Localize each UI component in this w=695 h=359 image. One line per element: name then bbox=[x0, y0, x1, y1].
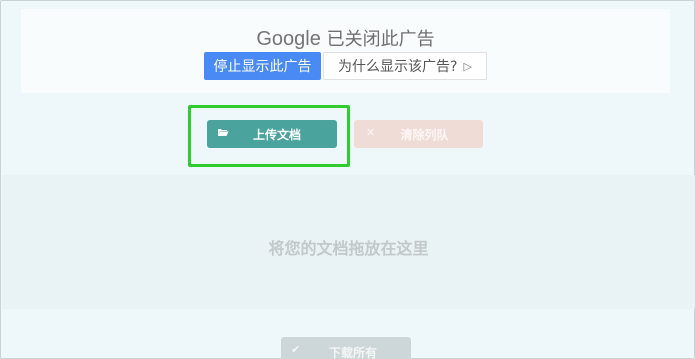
ad-closed-message: Google 已关闭此广告 bbox=[21, 25, 670, 51]
file-drop-zone[interactable]: 将您的文档拖放在这里 bbox=[2, 175, 695, 309]
close-icon: ✕ bbox=[366, 126, 376, 139]
ad-closed-text: 已关闭此广告 bbox=[326, 29, 435, 50]
why-this-ad-label: 为什么显示该广告? bbox=[338, 59, 458, 75]
stop-showing-ad-label: 停止显示此广告 bbox=[213, 59, 312, 75]
drop-zone-text: 将您的文档拖放在这里 bbox=[268, 239, 429, 258]
ad-panel: Google 已关闭此广告 停止显示此广告 为什么显示该广告? ▷ bbox=[21, 9, 670, 93]
page-frame: Google 已关闭此广告 停止显示此广告 为什么显示该广告? ▷ 上传文档 ✕… bbox=[0, 0, 695, 359]
folder-open-icon bbox=[217, 127, 229, 140]
upload-document-button[interactable]: 上传文档 bbox=[207, 120, 337, 148]
download-all-button[interactable]: ✔ 下载所有 bbox=[281, 337, 411, 359]
google-logo-text: Google bbox=[256, 28, 321, 50]
download-all-label: 下载所有 bbox=[328, 346, 377, 359]
ad-choices-icon: ▷ bbox=[463, 59, 472, 73]
why-this-ad-button[interactable]: 为什么显示该广告? ▷ bbox=[323, 52, 487, 80]
clear-queue-button[interactable]: ✕ 清除列队 bbox=[354, 120, 483, 148]
stop-showing-ad-button[interactable]: 停止显示此广告 bbox=[204, 52, 321, 80]
